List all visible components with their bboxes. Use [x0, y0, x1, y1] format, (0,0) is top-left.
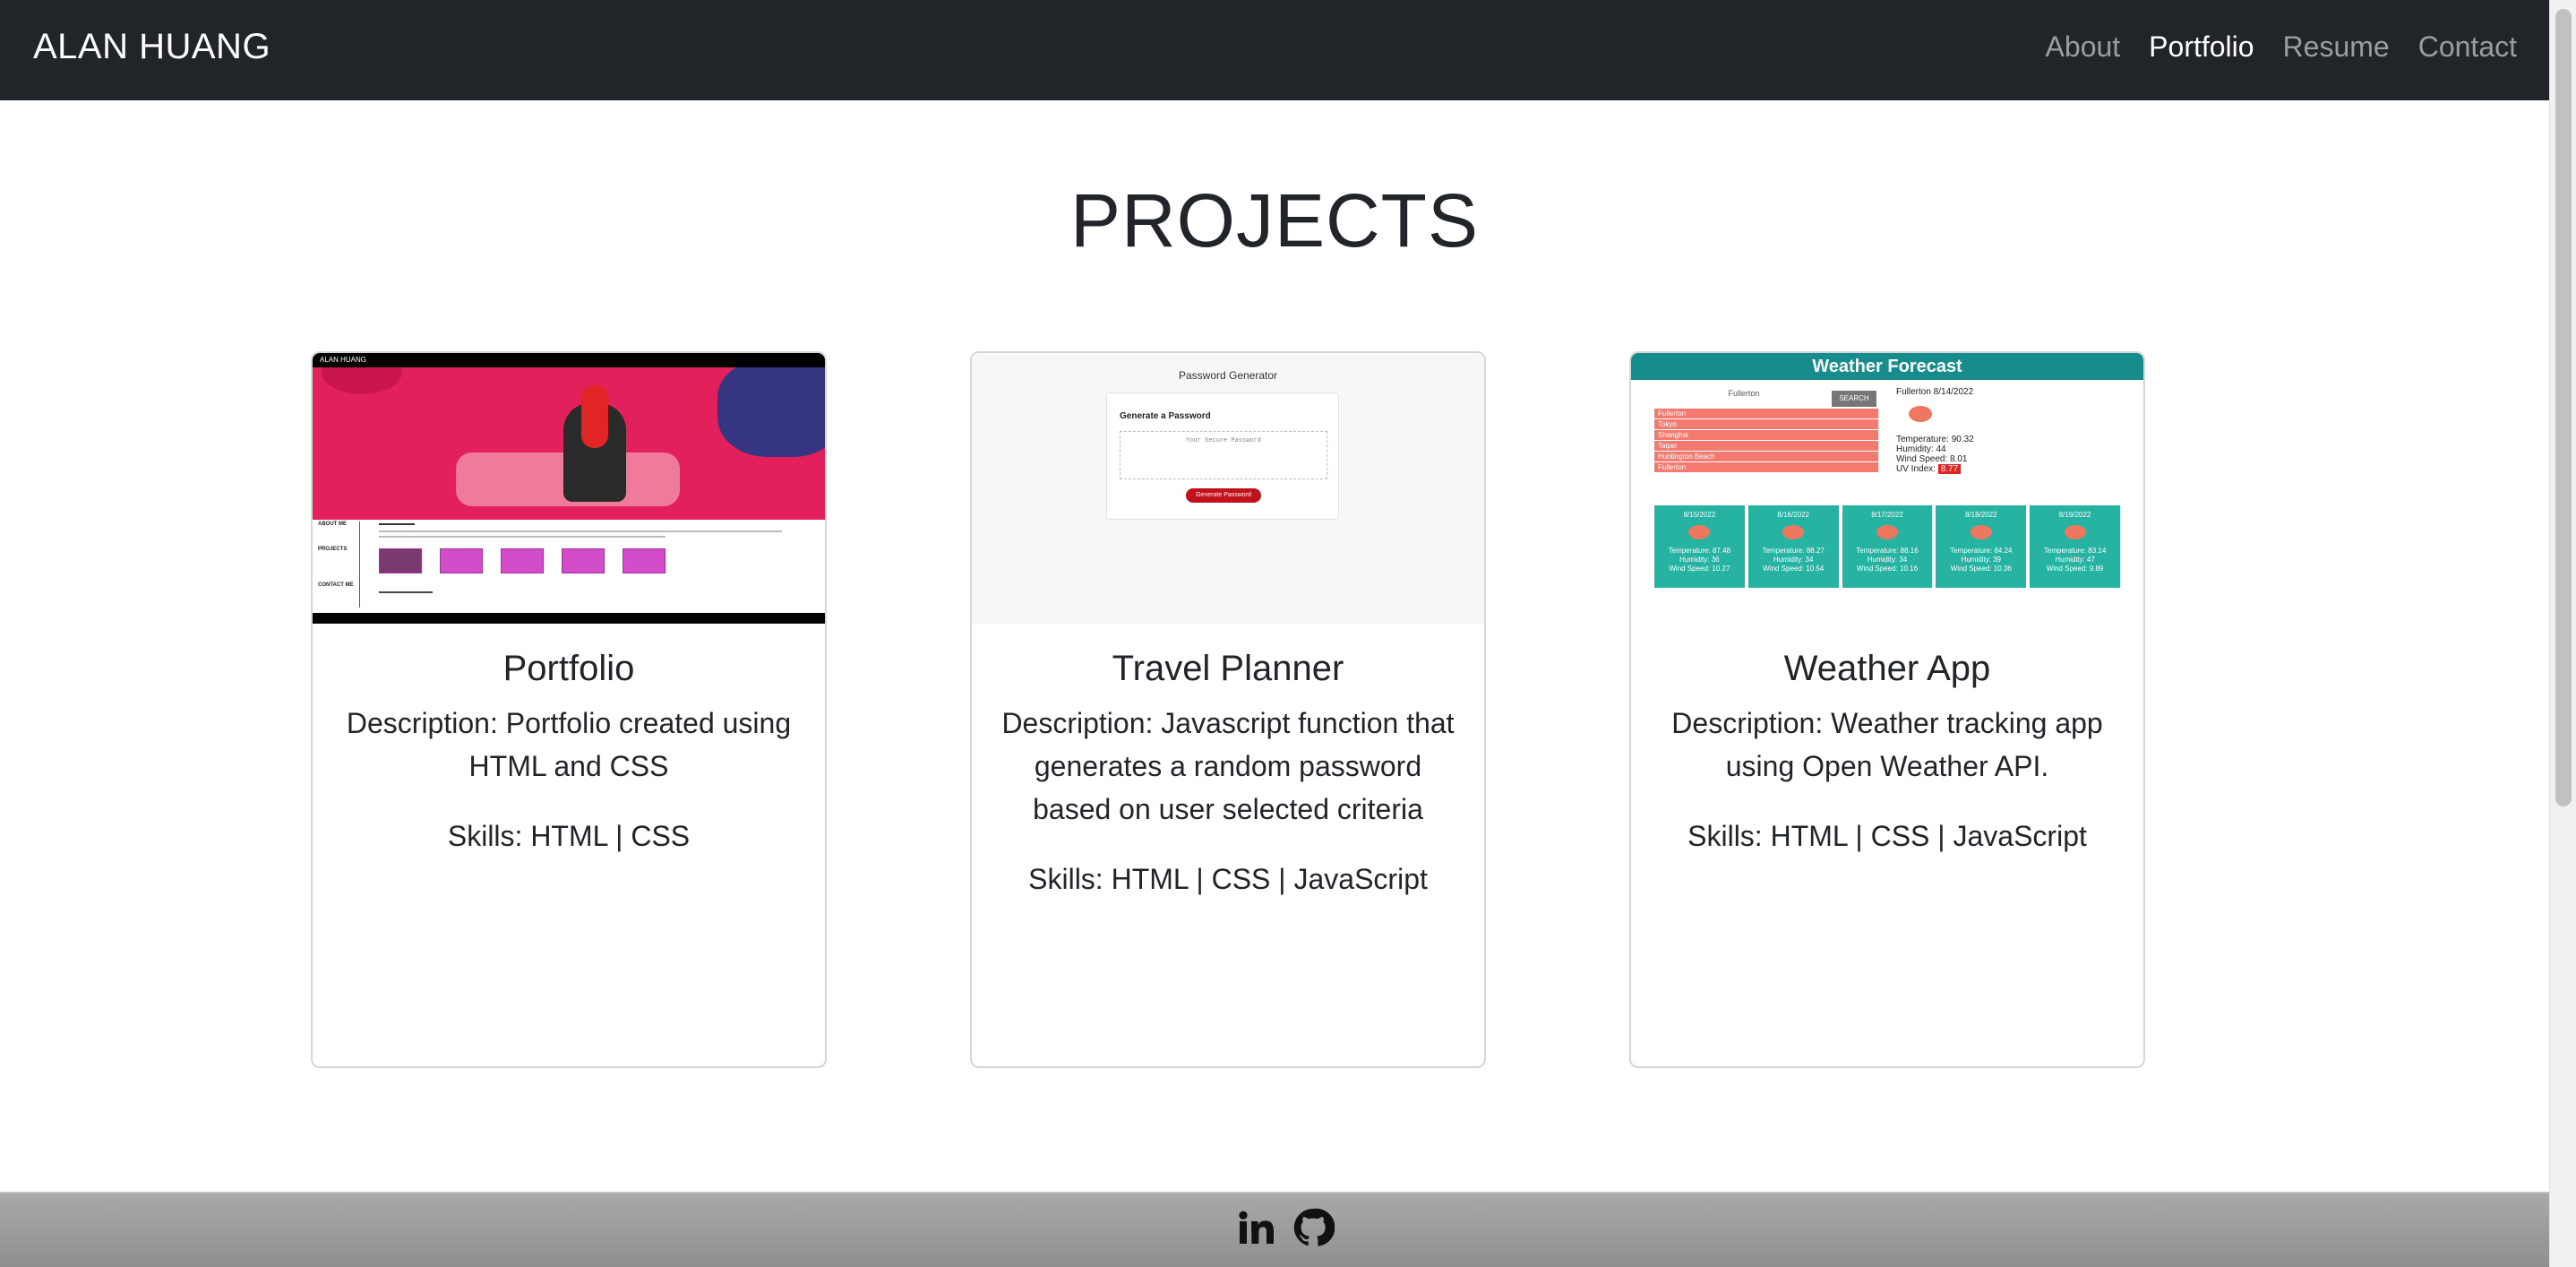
page-title: PROJECTS: [1069, 178, 1480, 263]
weather-icon: [1970, 525, 1992, 539]
thumb-city-item: Taipei: [1654, 441, 1878, 452]
scrollbar-thumb[interactable]: [2555, 9, 2572, 806]
project-card-portfolio[interactable]: ALAN HUANG ABOUT ME PROJECTS CONTACT ME …: [311, 351, 827, 1068]
nav-link-portfolio[interactable]: Portfolio: [2149, 30, 2254, 64]
thumb-city-list: Fullerton Tokyo Shanghai Taipei Huntingt…: [1654, 409, 1878, 473]
thumb-uv: UV Index: 8.77: [1896, 464, 1974, 474]
forecast-wind: Wind Speed: 10.16: [1856, 565, 1919, 573]
forecast-date: 8/19/2022: [2058, 511, 2091, 519]
thumb-humidity: Humidity: 44: [1896, 444, 1946, 454]
forecast-wind: Wind Speed: 10.36: [1950, 565, 2012, 573]
brand-logo[interactable]: ALAN HUANG: [33, 27, 270, 67]
forecast-humidity: Humidity: 39: [1961, 556, 2002, 564]
linkedin-icon[interactable]: [1234, 1206, 1277, 1249]
card-title: Travel Planner: [1112, 649, 1344, 688]
nav-link-resume[interactable]: Resume: [2283, 30, 2390, 64]
thumb-city-item: Fullerton: [1654, 462, 1878, 473]
forecast-humidity: Humidity: 34: [1773, 556, 1814, 564]
forecast-temp: Temperature: 88.27: [1762, 547, 1825, 555]
thumb-city-item: Shanghai: [1654, 430, 1878, 441]
card-description: Description: Portfolio created using HTM…: [346, 707, 792, 782]
card-title: Weather App: [1783, 649, 1991, 688]
card-title: Portfolio: [502, 649, 635, 688]
thumb-generate-button: Generate Password: [1186, 488, 1261, 503]
forecast-date: 8/17/2022: [1871, 511, 1903, 519]
project-thumbnail[interactable]: Password Generator Generate a Password Y…: [972, 353, 1484, 624]
weather-icon: [1688, 525, 1711, 539]
project-card-weather-app[interactable]: Weather Forecast Fullerton SEARCH Fuller…: [1629, 351, 2145, 1068]
forecast-wind: Wind Speed: 10.27: [1669, 565, 1730, 573]
thumb-uv-value: 8.77: [1937, 464, 1962, 474]
thumb-uv-label: UV Index:: [1896, 464, 1936, 474]
thumb-city-item: Tokyo: [1654, 419, 1878, 430]
card-description: Description: Weather tracking app using …: [1671, 707, 2103, 782]
card-skills: Skills: HTML | CSS: [447, 820, 691, 852]
thumb-forecast-day: 8/17/2022 Temperature: 88.16 Humidity: 34…: [1842, 505, 1933, 588]
forecast-humidity: Humidity: 47: [2055, 556, 2095, 564]
thumb-forecast-day: 8/18/2022 Temperature: 84.24 Humidity: 39…: [1936, 505, 2027, 588]
thumb-forecast-day: 8/15/2022 Temperature: 87.48 Humidity: 36…: [1654, 505, 1745, 588]
forecast-date: 8/16/2022: [1777, 511, 1809, 519]
forecast-date: 8/15/2022: [1683, 511, 1716, 519]
card-skills: Skills: HTML | CSS | JavaScript: [1028, 863, 1428, 895]
forecast-temp: Temperature: 84.24: [1950, 547, 2013, 555]
project-thumbnail[interactable]: ALAN HUANG ABOUT ME PROJECTS CONTACT ME: [313, 353, 825, 624]
thumb-forecast: 8/15/2022 Temperature: 87.48 Humidity: 36…: [1654, 505, 2120, 588]
thumb-temperature: Temperature: 90.32: [1896, 435, 1974, 444]
thumb-password-field: Your Secure Password: [1120, 431, 1327, 479]
weather-icon: [1782, 525, 1805, 539]
project-card-travel-planner[interactable]: Password Generator Generate a Password Y…: [970, 351, 1486, 1068]
nav-links: About Portfolio Resume Contact: [2046, 30, 2517, 64]
thumb-card: Generate a Password Your Secure Password…: [1106, 392, 1339, 520]
card-description: Description: Javascript function that ge…: [1001, 707, 1455, 825]
thumb-hero-photo: [313, 367, 825, 520]
thumb-search-button: SEARCH: [1832, 391, 1876, 407]
card-skills: Skills: HTML | CSS | JavaScript: [1687, 820, 2087, 852]
thumb-forecast-day: 8/16/2022 Temperature: 88.27 Humidity: 34…: [1747, 505, 1839, 588]
thumb-title: Password Generator: [1178, 369, 1278, 382]
project-thumbnail[interactable]: Weather Forecast Fullerton SEARCH Fuller…: [1631, 353, 2143, 624]
card-body: Travel Planner Description: Javascript f…: [972, 649, 1484, 901]
navbar: ALAN HUANG About Portfolio Resume Contac…: [0, 0, 2549, 100]
github-icon[interactable]: [1292, 1206, 1335, 1249]
weather-icon: [1876, 525, 1898, 539]
thumb-header: Weather Forecast: [1631, 353, 2143, 380]
weather-icon: [1909, 406, 1932, 422]
thumb-city-date: Fullerton 8/14/2022: [1896, 387, 1974, 397]
forecast-date: 8/18/2022: [1964, 511, 1997, 519]
thumb-city-item: Huntington Beach: [1654, 452, 1878, 462]
card-body: Portfolio Description: Portfolio created…: [313, 649, 825, 858]
weather-icon: [2064, 525, 2086, 539]
thumb-wind: Wind Speed: 8.01: [1896, 454, 1968, 464]
card-body: Weather App Description: Weather trackin…: [1631, 649, 2143, 858]
forecast-wind: Wind Speed: 9.89: [2046, 565, 2104, 573]
thumb-card-heading: Generate a Password: [1120, 411, 1211, 421]
scrollbar[interactable]: [2549, 0, 2576, 1267]
social-links: [1234, 1206, 1335, 1249]
thumb-label: PROJECTS: [318, 547, 348, 552]
nav-link-contact[interactable]: Contact: [2418, 30, 2517, 64]
nav-link-about[interactable]: About: [2046, 30, 2121, 64]
thumb-label: CONTACT ME: [318, 582, 354, 588]
forecast-temp: Temperature: 83.14: [2043, 547, 2107, 555]
forecast-wind: Wind Speed: 10.54: [1763, 565, 1825, 573]
forecast-temp: Temperature: 88.16: [1856, 547, 1919, 555]
thumb-current-weather: Fullerton 8/14/2022 Temperature: 90.32 H…: [1896, 387, 1974, 474]
footer: [0, 1192, 2549, 1267]
thumb-label: ABOUT ME: [318, 521, 347, 527]
thumb-forecast-day: 8/19/2022 Temperature: 83.14 Humidity: 47…: [2030, 505, 2120, 588]
forecast-temp: Temperature: 87.48: [1668, 547, 1731, 555]
thumb-content: ABOUT ME PROJECTS CONTACT ME: [313, 520, 825, 613]
thumb-city-item: Fullerton: [1654, 409, 1878, 419]
thumb-navbar: ALAN HUANG: [313, 353, 825, 367]
thumb-brand: ALAN HUANG: [320, 356, 367, 364]
forecast-humidity: Humidity: 36: [1679, 556, 1720, 564]
forecast-humidity: Humidity: 34: [1867, 556, 1908, 564]
thumb-city-input: Fullerton: [1728, 389, 1760, 398]
